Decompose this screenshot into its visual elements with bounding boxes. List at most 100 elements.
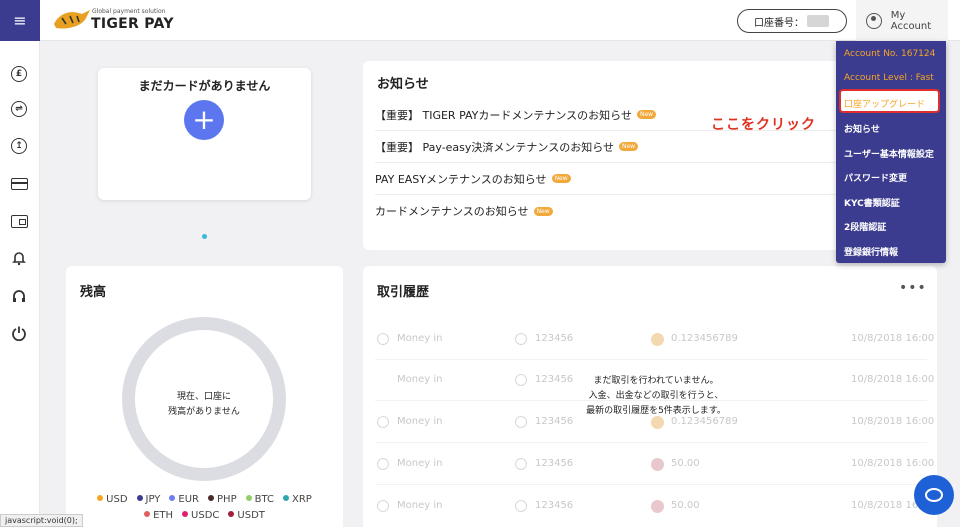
empty-history-line: 最新の取引履歴を5件表示します。 [586,406,726,416]
menu-item-password-change[interactable]: パスワード変更 [844,171,907,184]
account-number-info: Account No. 167124 [844,49,936,59]
menu-item-bank-info[interactable]: 登録銀行情報 [844,245,898,258]
notice-item-text: カードメンテナンスのお知らせ [375,205,529,218]
empty-balance-line: 現在、口座に [176,392,231,402]
click-here-annotation: ここをクリック [711,117,816,133]
history-title: 取引履歴 [377,285,430,300]
transaction-date: 10/8/2018 16:00 [851,374,935,385]
power-icon[interactable] [9,323,29,343]
transaction-type: Money in [397,458,443,469]
transaction-icon [377,416,389,428]
browser-status-bar: javascript:void(0); [0,514,83,527]
transaction-amount: 0.123456789 [671,333,738,344]
no-card-panel: まだカードがありません + [98,68,311,200]
new-badge: New [551,174,571,183]
balance-donut-chart: 現在、口座に 残高がありません [122,317,286,481]
transaction-date: 10/8/2018 16:00 [851,458,935,469]
account-number-label: 口座番号： [754,17,804,29]
flag-icon [651,458,664,471]
menu-item-kyc[interactable]: KYC書類認証 [844,196,900,209]
user-icon [515,374,527,386]
notice-item-text: PAY EASYメンテナンスのお知らせ [375,172,547,186]
balance-panel: 残高 現在、口座に 残高がありません USD JPY EUR PHP BTC X… [66,266,343,527]
chat-bubble-icon [925,488,943,502]
menu-item-2fa[interactable]: 2段階認証 [844,220,886,233]
logo-tagline: Global payment solution [92,8,166,15]
user-icon [515,500,527,512]
legend-eur[interactable]: EUR [169,494,199,505]
chat-button[interactable] [914,475,954,515]
user-icon [515,416,527,428]
currency-legend-row-1: USD JPY EUR PHP BTC XRP [66,494,343,505]
table-row: Money in 123456 0.123456789 10/8/2018 16… [375,320,934,360]
transaction-icon [377,500,389,512]
transaction-id: 123456 [535,333,574,344]
notice-item-text: 【重要】 TIGER PAYカードメンテナンスのお知らせ [375,108,632,122]
no-card-title: まだカードがありません [138,79,271,93]
tiger-logo-icon [54,10,90,29]
transaction-amount: 50.00 [671,458,700,469]
legend-xrp[interactable]: XRP [283,494,312,505]
transaction-icon [377,333,389,345]
card-icon[interactable] [9,174,29,194]
legend-jpy[interactable]: JPY [137,494,161,505]
account-number-pill[interactable]: 口座番号： [737,9,847,33]
flag-icon [651,500,664,513]
notice-item-text: 【重要】 Pay-easy決済メンテナンスのお知らせ [375,140,614,154]
legend-usdc[interactable]: USDC [182,510,219,521]
menu-item-account-upgrade[interactable]: 口座アップグレード [844,97,925,110]
empty-history-message: まだ取引を行われていません。 入金、出金などの取引を行うと、 最新の取引履歴を5… [556,374,756,419]
top-bar: ≡ Global payment solution TIGER PAY 口座番号… [0,0,960,41]
user-icon [866,12,882,29]
transaction-date: 10/8/2018 16:00 [851,333,935,344]
more-options-icon[interactable]: ••• [899,280,927,296]
new-badge: New [618,142,639,151]
currency-icon[interactable]: £ [9,64,29,84]
new-badge: New [636,110,657,119]
account-number-masked [807,15,829,27]
empty-history-line: まだ取引を行われていません。 [593,376,719,386]
transaction-icon [377,458,389,470]
hamburger-menu-button[interactable]: ≡ [0,0,40,41]
user-icon [515,458,527,470]
empty-balance-message: 現在、口座に 残高がありません [135,390,273,420]
menu-item-user-settings[interactable]: ユーザー基本情報設定 [844,147,934,160]
balance-title: 残高 [80,285,107,300]
transaction-type: Money in [397,333,443,344]
add-card-button[interactable]: + [184,100,224,140]
empty-balance-line: 残高がありません [168,407,240,417]
my-account-button[interactable]: My Account [856,0,948,41]
currency-legend-row-2: ETH USDC USDT [66,510,343,521]
transfer-icon[interactable]: ↥ [9,136,29,156]
table-row: Money in 123456 50.00 10/8/2018 16:00 [375,445,934,485]
logo-name: TIGER PAY [91,16,174,32]
exchange-icon[interactable]: ⇌ [9,99,29,119]
transaction-type: Money in [397,374,443,385]
support-icon[interactable] [9,286,29,306]
legend-usdt[interactable]: USDT [228,510,264,521]
user-icon [515,333,527,345]
bell-icon[interactable] [9,248,29,268]
transaction-id: 123456 [535,500,574,511]
notice-title: お知らせ [377,77,429,92]
account-dropdown-menu: Account No. 167124 Account Level : Fast … [836,41,946,263]
account-level-info: Account Level : Fast [844,73,934,83]
wallet-icon[interactable] [9,211,29,231]
legend-php[interactable]: PHP [208,494,237,505]
transaction-type: Money in [397,500,443,511]
sidebar: £ ⇌ ↥ [0,41,40,527]
menu-item-notices[interactable]: お知らせ [844,122,880,135]
tiger-pay-logo[interactable]: Global payment solution TIGER PAY [52,6,173,36]
my-account-label: My Account [890,9,932,32]
carousel-dot[interactable] [202,234,207,239]
legend-btc[interactable]: BTC [246,494,274,505]
legend-usd[interactable]: USD [97,494,127,505]
new-badge: New [533,206,553,216]
empty-history-line: 入金、出金などの取引を行うと、 [588,391,724,401]
transaction-history-panel: 取引履歴 ••• Money in 123456 0.123456789 10/… [363,266,937,527]
coin-icon [651,333,664,346]
legend-eth[interactable]: ETH [144,510,173,521]
table-row: Money in 123456 50.00 10/8/2018 16:00 [375,487,934,527]
transaction-id: 123456 [535,458,574,469]
transaction-amount: 50.00 [671,500,700,511]
